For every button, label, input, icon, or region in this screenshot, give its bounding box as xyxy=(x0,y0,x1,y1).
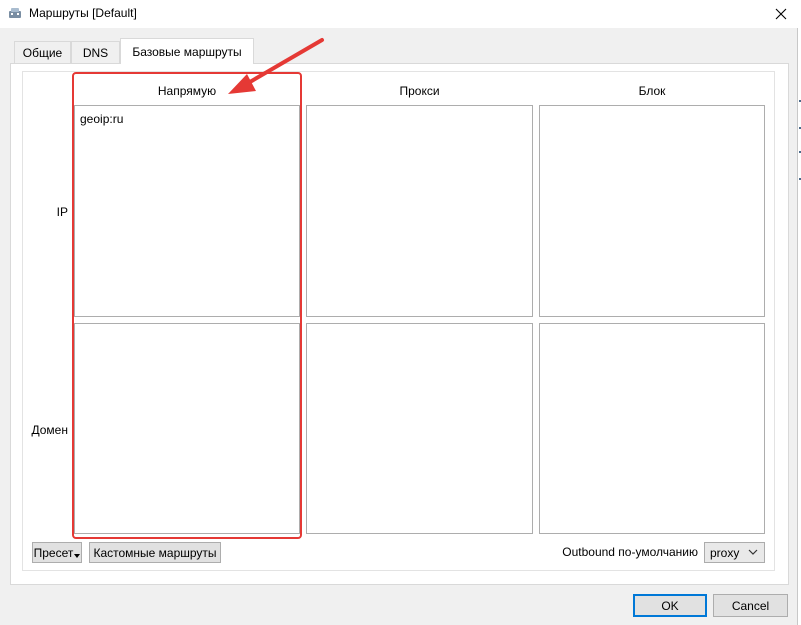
column-header-block: Блок xyxy=(638,84,666,98)
ip-direct-line: geoip:ru xyxy=(80,112,124,126)
ok-button-label: OK xyxy=(661,598,679,613)
domain-direct-textarea[interactable] xyxy=(74,323,300,534)
tab-dns[interactable]: DNS xyxy=(71,41,120,63)
ip-block-textarea[interactable] xyxy=(539,105,765,317)
preset-button-label: Пресет xyxy=(33,545,74,560)
domain-block-textarea[interactable] xyxy=(539,323,765,534)
ok-button[interactable]: OK xyxy=(633,594,707,617)
cancel-button[interactable]: Cancel xyxy=(713,594,788,617)
row-label-ip: IP xyxy=(56,205,68,219)
tab-general-label: Общие xyxy=(22,45,63,60)
tab-basic-routes-label: Базовые маршруты xyxy=(132,44,242,59)
window-edge xyxy=(797,28,801,625)
tab-basic-routes[interactable]: Базовые маршруты xyxy=(120,38,254,64)
ip-proxy-textarea[interactable] xyxy=(306,105,533,317)
preset-button[interactable]: Пресет xyxy=(32,542,82,563)
close-icon xyxy=(775,8,786,20)
column-header-proxy: Прокси xyxy=(399,84,440,98)
ip-direct-textarea[interactable]: geoip:ru xyxy=(74,105,300,317)
window-title: Маршруты [Default] xyxy=(29,6,137,20)
custom-routes-button[interactable]: Кастомные маршруты xyxy=(89,542,221,563)
tab-dns-label: DNS xyxy=(82,45,109,60)
cancel-button-label: Cancel xyxy=(731,598,770,613)
app-icon xyxy=(8,6,22,20)
close-button[interactable] xyxy=(760,0,801,28)
dropdown-arrow-icon xyxy=(74,553,81,558)
tab-general[interactable]: Общие xyxy=(14,41,71,63)
chevron-down-icon xyxy=(748,549,758,555)
custom-routes-button-label: Кастомные маршруты xyxy=(93,545,217,560)
column-header-direct: Напрямую xyxy=(157,84,217,98)
domain-proxy-textarea[interactable] xyxy=(306,323,533,534)
outbound-select[interactable]: proxy xyxy=(704,542,765,563)
outbound-label: Outbound по-умолчанию xyxy=(562,545,698,559)
outbound-select-value: proxy xyxy=(710,545,740,560)
row-label-domain: Домен xyxy=(31,423,69,437)
